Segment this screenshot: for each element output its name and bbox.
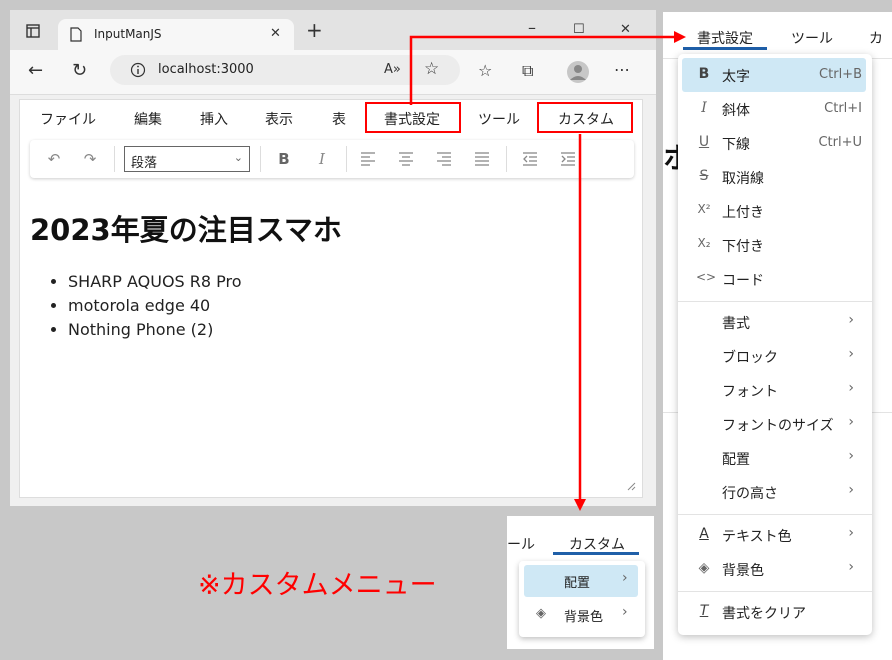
arrowhead-custom: [574, 499, 586, 511]
arrowhead-format: [674, 31, 686, 43]
annotation-arrows: [409, 31, 686, 511]
arrow-to-format-menu: [409, 35, 676, 105]
custom-menu-annotation: ※カスタムメニュー: [198, 570, 437, 601]
